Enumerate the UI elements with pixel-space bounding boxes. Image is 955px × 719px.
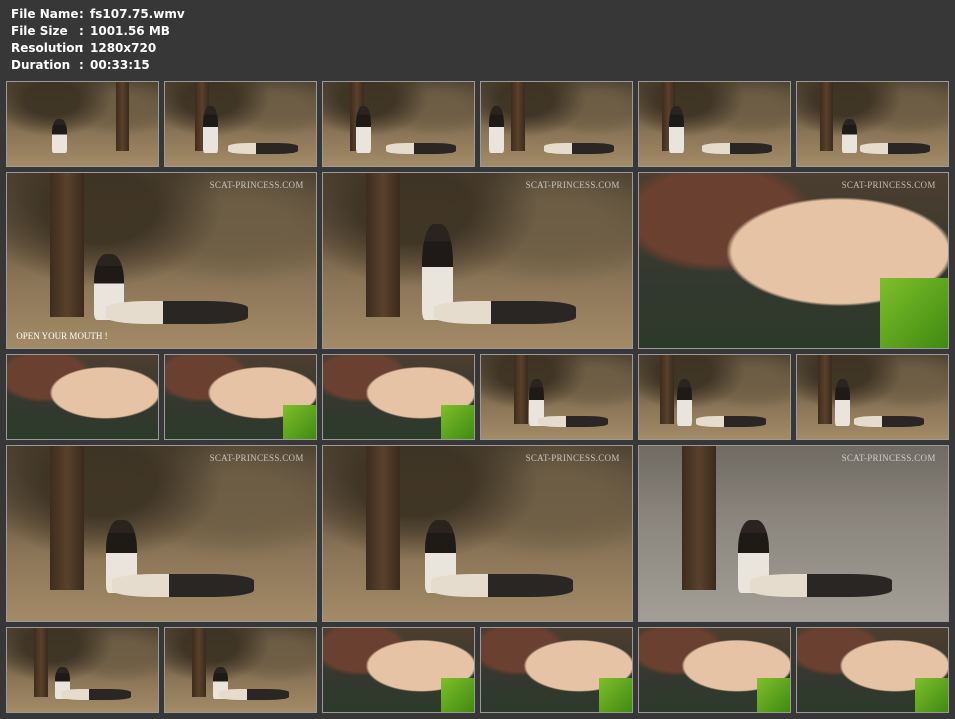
thumbnail-16[interactable]: SCAT-PRINCESS.COM bbox=[6, 445, 317, 622]
thumbnail-13[interactable] bbox=[480, 354, 633, 440]
watermark: SCAT-PRINCESS.COM bbox=[525, 453, 620, 463]
duration-sep: : bbox=[79, 58, 84, 72]
watermark: SCAT-PRINCESS.COM bbox=[525, 180, 620, 190]
resolution-row: Resolution : 1280x720 bbox=[11, 40, 185, 57]
thumbnail-21[interactable] bbox=[322, 627, 475, 713]
thumbnail-14[interactable] bbox=[638, 354, 791, 440]
resolution-sep: : bbox=[79, 41, 84, 55]
file-size-label: File Size bbox=[11, 24, 68, 38]
file-name-row: File Name : fs107.75.wmv bbox=[11, 6, 185, 23]
thumbnail-06[interactable] bbox=[796, 81, 949, 167]
thumbnail-15[interactable] bbox=[796, 354, 949, 440]
thumbnail-23[interactable] bbox=[638, 627, 791, 713]
thumbnail-12[interactable] bbox=[322, 354, 475, 440]
thumbnail-05[interactable] bbox=[638, 81, 791, 167]
thumbnail-10[interactable] bbox=[6, 354, 159, 440]
file-size-value: 1001.56 MB bbox=[90, 24, 170, 38]
watermark: SCAT-PRINCESS.COM bbox=[841, 453, 936, 463]
thumbnail-18[interactable]: SCAT-PRINCESS.COM bbox=[638, 445, 949, 622]
thumbnail-09[interactable]: SCAT-PRINCESS.COM bbox=[638, 172, 949, 349]
file-info-panel: File Name : fs107.75.wmv File Size : 100… bbox=[11, 6, 185, 74]
resolution-label: Resolution bbox=[11, 41, 84, 55]
thumbnail-22[interactable] bbox=[480, 627, 633, 713]
thumbnail-03[interactable] bbox=[322, 81, 475, 167]
duration-row: Duration : 00:33:15 bbox=[11, 57, 185, 74]
frame-caption: OPEN YOUR MOUTH ! bbox=[16, 331, 108, 341]
thumbnail-24[interactable] bbox=[796, 627, 949, 713]
watermark: SCAT-PRINCESS.COM bbox=[209, 180, 304, 190]
file-name-sep: : bbox=[79, 7, 84, 21]
file-name-value: fs107.75.wmv bbox=[90, 7, 185, 21]
thumbnail-11[interactable] bbox=[164, 354, 317, 440]
thumbnail-04[interactable] bbox=[480, 81, 633, 167]
thumbnail-08[interactable]: SCAT-PRINCESS.COM bbox=[322, 172, 633, 349]
thumbnail-01[interactable] bbox=[6, 81, 159, 167]
resolution-value: 1280x720 bbox=[90, 41, 157, 55]
duration-value: 00:33:15 bbox=[90, 58, 150, 72]
duration-label: Duration bbox=[11, 58, 71, 72]
watermark: SCAT-PRINCESS.COM bbox=[841, 180, 936, 190]
file-size-sep: : bbox=[79, 24, 84, 38]
watermark: SCAT-PRINCESS.COM bbox=[209, 453, 304, 463]
thumbnail-07[interactable]: SCAT-PRINCESS.COM OPEN YOUR MOUTH ! bbox=[6, 172, 317, 349]
thumbnail-17[interactable]: SCAT-PRINCESS.COM bbox=[322, 445, 633, 622]
thumbnail-20[interactable] bbox=[164, 627, 317, 713]
thumbnail-02[interactable] bbox=[164, 81, 317, 167]
thumbnail-19[interactable] bbox=[6, 627, 159, 713]
file-size-row: File Size : 1001.56 MB bbox=[11, 23, 185, 40]
file-name-label: File Name bbox=[11, 7, 79, 21]
